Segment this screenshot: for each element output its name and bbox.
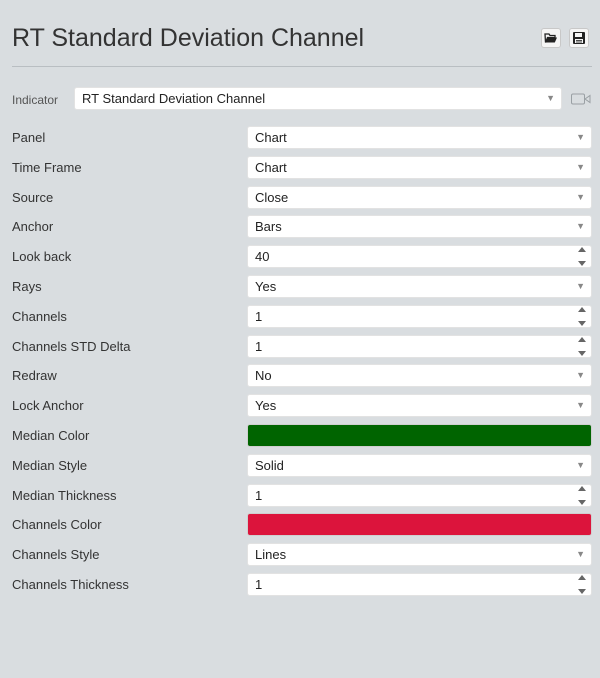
chevron-down-icon: ▼ [576, 192, 585, 202]
lock-anchor-select[interactable]: Yes ▼ [247, 394, 592, 417]
channels-style-value: Lines [255, 547, 287, 562]
anchor-label: Anchor [12, 219, 54, 234]
chevron-down-icon: ▼ [576, 400, 585, 410]
spinner-arrows-icon[interactable] [578, 575, 586, 594]
channels-color-label: Channels Color [12, 517, 102, 532]
channels-thickness-input[interactable]: 1 [247, 573, 592, 596]
save-icon [573, 32, 585, 44]
open-button[interactable] [541, 28, 561, 48]
channels-std-delta-value: 1 [255, 339, 263, 354]
lock-anchor-label: Lock Anchor [12, 398, 84, 413]
source-label: Source [12, 190, 54, 205]
chevron-down-icon: ▼ [576, 549, 585, 559]
rays-value: Yes [255, 279, 277, 294]
median-style-value: Solid [255, 458, 284, 473]
median-thickness-label: Median Thickness [12, 488, 117, 503]
time-frame-select[interactable]: Chart ▼ [247, 156, 592, 179]
channels-std-delta-label: Channels STD Delta [12, 339, 131, 354]
chevron-down-icon: ▼ [576, 370, 585, 380]
look-back-value: 40 [255, 249, 270, 264]
source-value: Close [255, 190, 289, 205]
spinner-arrows-icon[interactable] [578, 337, 586, 356]
indicator-label: Indicator [12, 93, 59, 107]
anchor-select[interactable]: Bars ▼ [247, 215, 592, 238]
look-back-label: Look back [12, 249, 72, 264]
channels-input[interactable]: 1 [247, 305, 592, 328]
median-style-select[interactable]: Solid ▼ [247, 454, 592, 477]
panel-label: Panel [12, 130, 46, 145]
chevron-down-icon: ▼ [576, 162, 585, 172]
channels-thickness-label: Channels Thickness [12, 577, 129, 592]
panel-value: Chart [255, 130, 287, 145]
source-select[interactable]: Close ▼ [247, 186, 592, 209]
redraw-select[interactable]: No ▼ [247, 364, 592, 387]
spinner-arrows-icon[interactable] [578, 307, 586, 326]
panel-select[interactable]: Chart ▼ [247, 126, 592, 149]
chevron-down-icon: ▼ [576, 132, 585, 142]
lock-anchor-value: Yes [255, 398, 277, 413]
page-title: RT Standard Deviation Channel [12, 24, 365, 52]
channels-color-swatch[interactable] [247, 513, 592, 536]
anchor-value: Bars [255, 219, 282, 234]
channels-value: 1 [255, 309, 263, 324]
look-back-input[interactable]: 40 [247, 245, 592, 268]
header-divider [12, 66, 592, 67]
spinner-arrows-icon[interactable] [578, 247, 586, 266]
chevron-down-icon: ▼ [576, 281, 585, 291]
rays-select[interactable]: Yes ▼ [247, 275, 592, 298]
channels-style-label: Channels Style [12, 547, 100, 562]
redraw-value: No [255, 368, 272, 383]
median-style-label: Median Style [12, 458, 88, 473]
median-color-swatch[interactable] [247, 424, 592, 447]
chevron-down-icon: ▼ [546, 93, 555, 103]
spinner-arrows-icon[interactable] [578, 486, 586, 505]
rays-label: Rays [12, 279, 42, 294]
chevron-down-icon: ▼ [576, 221, 585, 231]
channels-std-delta-input[interactable]: 1 [247, 335, 592, 358]
redraw-label: Redraw [12, 368, 57, 383]
time-frame-label: Time Frame [12, 160, 82, 175]
median-thickness-input[interactable]: 1 [247, 484, 592, 507]
camera-icon[interactable] [571, 93, 591, 105]
indicator-select[interactable]: RT Standard Deviation Channel ▼ [74, 87, 562, 110]
channels-style-select[interactable]: Lines ▼ [247, 543, 592, 566]
median-thickness-value: 1 [255, 488, 263, 503]
channels-label: Channels [12, 309, 67, 324]
save-button[interactable] [569, 28, 589, 48]
folder-open-icon [544, 33, 557, 43]
chevron-down-icon: ▼ [576, 460, 585, 470]
median-color-label: Median Color [12, 428, 90, 443]
time-frame-value: Chart [255, 160, 287, 175]
indicator-value: RT Standard Deviation Channel [82, 91, 266, 106]
channels-thickness-value: 1 [255, 577, 263, 592]
